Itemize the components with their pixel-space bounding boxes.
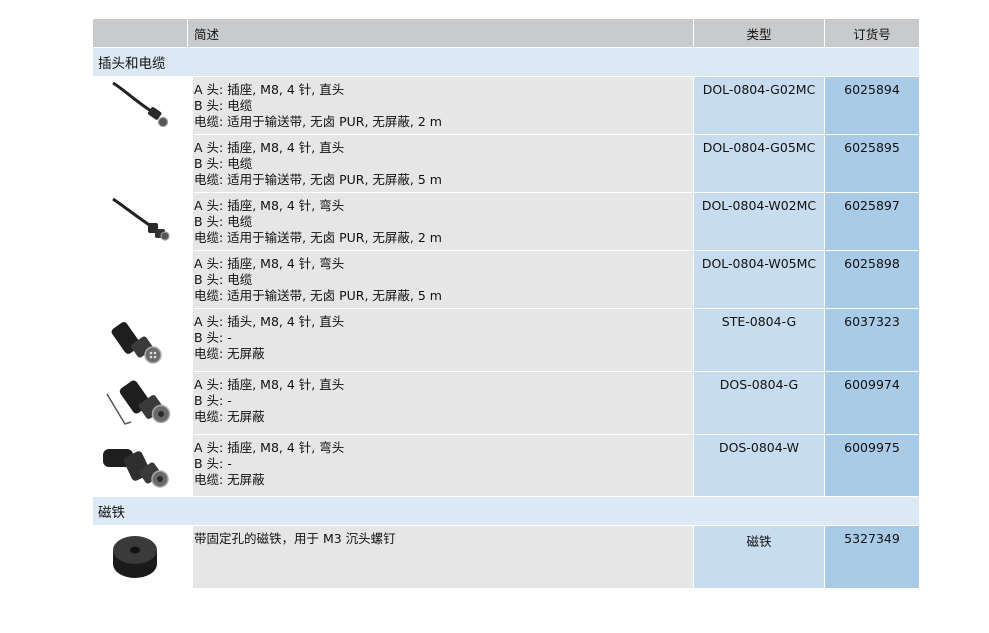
- row-type: DOS-0804-W: [693, 435, 824, 496]
- row-description: A 头: 插座, M8, 4 针, 弯头 B 头: 电缆 电缆: 适用于输送带,…: [187, 193, 693, 250]
- table-row: A 头: 插座, M8, 4 针, 弯头 B 头: 电缆 电缆: 适用于输送带,…: [93, 250, 919, 308]
- desc-line: 电缆: 适用于输送带, 无卤 PUR, 无屏蔽, 2 m: [194, 230, 442, 245]
- row-order-number: 6025897: [824, 193, 919, 250]
- row-description: A 头: 插座, M8, 4 针, 弯头 B 头: 电缆 电缆: 适用于输送带,…: [187, 251, 693, 308]
- row-type: 磁铁: [693, 526, 824, 588]
- section-title: 插头和电缆: [93, 47, 919, 76]
- straight-socket-with-key-image: [106, 380, 171, 425]
- header-order: 订货号: [824, 19, 919, 47]
- table-row: A 头: 插座, M8, 4 针, 弯头 B 头: 电缆 电缆: 适用于输送带,…: [93, 192, 919, 250]
- row-type: DOL-0804-G02MC: [693, 77, 824, 134]
- product-image-cell: [93, 435, 187, 496]
- row-order-number: 6037323: [824, 309, 919, 371]
- desc-line: A 头: 插座, M8, 4 针, 弯头: [194, 198, 345, 213]
- desc-line: A 头: 插座, M8, 4 针, 弯头: [194, 256, 345, 271]
- desc-line: A 头: 插头, M8, 4 针, 直头: [194, 314, 345, 329]
- table-row: 带固定孔的磁铁，用于 M3 沉头螺钉 磁铁 5327349: [93, 525, 919, 588]
- header-type: 类型: [693, 19, 824, 47]
- product-image-cell: [93, 77, 187, 134]
- desc-line: A 头: 插座, M8, 4 针, 直头: [194, 140, 345, 155]
- desc-line: B 头: 电缆: [194, 214, 253, 229]
- row-order-number: 6025898: [824, 251, 919, 308]
- desc-line: 电缆: 适用于输送带, 无卤 PUR, 无屏蔽, 5 m: [194, 172, 442, 187]
- straight-plug-image: [111, 322, 162, 364]
- row-description: A 头: 插座, M8, 4 针, 直头 B 头: - 电缆: 无屏蔽: [187, 372, 693, 434]
- desc-line: B 头: -: [194, 456, 232, 471]
- row-description: 带固定孔的磁铁，用于 M3 沉头螺钉: [187, 526, 693, 588]
- desc-line: 电缆: 无屏蔽: [194, 472, 265, 487]
- row-type: DOL-0804-W05MC: [693, 251, 824, 308]
- desc-line: B 头: 电缆: [194, 98, 253, 113]
- row-type: DOL-0804-W02MC: [693, 193, 824, 250]
- desc-line: B 头: -: [194, 330, 232, 345]
- row-description: A 头: 插座, M8, 4 针, 直头 B 头: 电缆 电缆: 适用于输送带,…: [187, 77, 693, 134]
- header-image-cell: [93, 19, 187, 47]
- desc-line: 电缆: 适用于输送带, 无卤 PUR, 无屏蔽, 2 m: [194, 114, 442, 129]
- row-description: A 头: 插头, M8, 4 针, 直头 B 头: - 电缆: 无屏蔽: [187, 309, 693, 371]
- desc-line: 电缆: 无屏蔽: [194, 409, 265, 424]
- magnet-image: [113, 536, 157, 578]
- cable-angled-socket-image: [112, 197, 170, 241]
- row-order-number: 6009974: [824, 372, 919, 434]
- row-type: DOS-0804-G: [693, 372, 824, 434]
- desc-line: B 头: 电缆: [194, 156, 253, 171]
- row-type: STE-0804-G: [693, 309, 824, 371]
- product-image-cell: [93, 526, 187, 588]
- cable-straight-socket-image: [112, 81, 169, 128]
- row-description: A 头: 插座, M8, 4 针, 直头 B 头: 电缆 电缆: 适用于输送带,…: [187, 135, 693, 192]
- table-row: A 头: 插座, M8, 4 针, 直头 B 头: - 电缆: 无屏蔽 DOS-…: [93, 371, 919, 434]
- header-desc: 简述: [187, 19, 693, 47]
- angled-socket-image: [103, 449, 169, 488]
- row-order-number: 5327349: [824, 526, 919, 588]
- product-image-cell: [93, 309, 187, 371]
- product-image-cell: [93, 251, 187, 308]
- table-row: A 头: 插座, M8, 4 针, 弯头 B 头: - 电缆: 无屏蔽 DOS-…: [93, 434, 919, 496]
- row-order-number: 6025894: [824, 77, 919, 134]
- desc-line: 电缆: 无屏蔽: [194, 346, 265, 361]
- desc-line: 带固定孔的磁铁，用于 M3 沉头螺钉: [194, 531, 396, 546]
- accessory-table: 简述 类型 订货号 插头和电缆 A 头: 插座, M8, 4 针, 直头 B 头…: [93, 19, 919, 588]
- table-row: A 头: 插座, M8, 4 针, 直头 B 头: 电缆 电缆: 适用于输送带,…: [93, 76, 919, 134]
- table-header: 简述 类型 订货号: [93, 19, 919, 47]
- product-image-cell: [93, 372, 187, 434]
- product-image-cell: [93, 135, 187, 192]
- row-order-number: 6009975: [824, 435, 919, 496]
- row-description: A 头: 插座, M8, 4 针, 弯头 B 头: - 电缆: 无屏蔽: [187, 435, 693, 496]
- table-row: A 头: 插座, M8, 4 针, 直头 B 头: 电缆 电缆: 适用于输送带,…: [93, 134, 919, 192]
- section-title: 磁铁: [93, 496, 919, 525]
- product-image-cell: [93, 193, 187, 250]
- desc-line: A 头: 插座, M8, 4 针, 直头: [194, 82, 345, 97]
- row-type: DOL-0804-G05MC: [693, 135, 824, 192]
- desc-line: 电缆: 适用于输送带, 无卤 PUR, 无屏蔽, 5 m: [194, 288, 442, 303]
- row-order-number: 6025895: [824, 135, 919, 192]
- desc-line: A 头: 插座, M8, 4 针, 弯头: [194, 440, 345, 455]
- table-row: A 头: 插头, M8, 4 针, 直头 B 头: - 电缆: 无屏蔽 STE-…: [93, 308, 919, 371]
- desc-line: B 头: -: [194, 393, 232, 408]
- desc-line: A 头: 插座, M8, 4 针, 直头: [194, 377, 345, 392]
- desc-line: B 头: 电缆: [194, 272, 253, 287]
